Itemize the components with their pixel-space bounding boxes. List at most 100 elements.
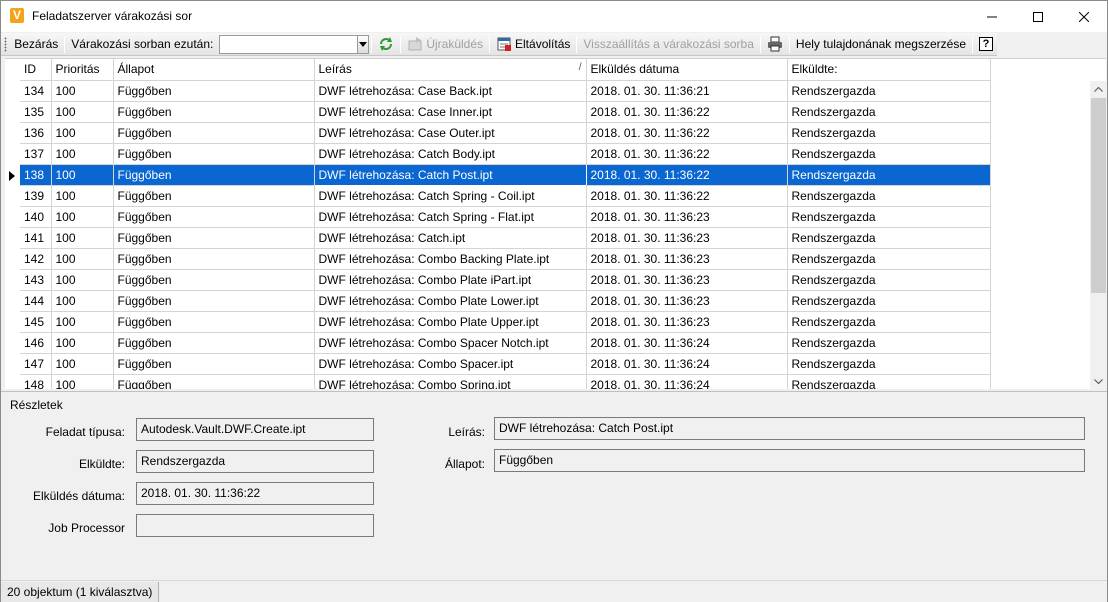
cell-id[interactable]: 142 xyxy=(20,248,52,270)
resend-button[interactable]: Újraküldés xyxy=(403,34,487,55)
cell-submitted-by[interactable]: Rendszergazda xyxy=(787,206,991,228)
cell-priority[interactable]: 100 xyxy=(51,374,114,389)
cell-description[interactable]: DWF létrehozása: Catch Spring - Coil.ipt xyxy=(314,185,587,207)
cell-description[interactable]: DWF létrehozása: Catch Spring - Flat.ipt xyxy=(314,206,587,228)
table-row[interactable]: 146 100 Függőben DWF létrehozása: Combo Spa… xyxy=(20,332,991,354)
cell-state[interactable]: Függőben xyxy=(113,269,315,291)
job-queue-grid[interactable]: ID Prioritás Állapot Leírás / Elküldés dá… xyxy=(5,58,1106,389)
state-field[interactable]: Függőben xyxy=(494,449,1085,472)
cell-id[interactable]: 139 xyxy=(20,185,52,207)
cell-id[interactable]: 138 xyxy=(20,164,52,186)
cell-description[interactable]: DWF létrehozása: Combo Backing Plate.ipt xyxy=(314,248,587,270)
column-header-id[interactable]: ID xyxy=(20,59,52,81)
cell-id[interactable]: 135 xyxy=(20,101,52,123)
refresh-button[interactable] xyxy=(374,34,398,55)
table-row[interactable]: 147 100 Függőben DWF létrehozása: Combo Spa… xyxy=(20,353,991,375)
scroll-down-button[interactable] xyxy=(1090,373,1106,389)
cell-state[interactable]: Függőben xyxy=(113,374,315,389)
cell-priority[interactable]: 100 xyxy=(51,353,114,375)
scrollbar-thumb[interactable] xyxy=(1091,98,1106,293)
after-in-queue-dropdown[interactable] xyxy=(219,34,358,54)
cell-state[interactable]: Függőben xyxy=(113,164,315,186)
cell-submit-date[interactable]: 2018. 01. 30. 11:36:24 xyxy=(586,332,788,354)
cell-submitted-by[interactable]: Rendszergazda xyxy=(787,311,991,333)
submit-date-field[interactable]: 2018. 01. 30. 11:36:22 xyxy=(136,482,374,505)
cell-submitted-by[interactable]: Rendszergazda xyxy=(787,332,991,354)
cell-description[interactable]: DWF létrehozása: Catch Post.ipt xyxy=(313,163,587,186)
column-header-state[interactable]: Állapot xyxy=(113,59,315,81)
dropdown-arrow-button[interactable] xyxy=(356,34,370,54)
table-row[interactable]: 134 100 Függőben DWF létrehozása: Case Back… xyxy=(20,80,991,102)
cell-priority[interactable]: 100 xyxy=(51,122,114,144)
take-ownership-button[interactable]: Hely tulajdonának megszerzése xyxy=(792,34,970,55)
cell-priority[interactable]: 100 xyxy=(51,185,114,207)
cell-description[interactable]: DWF létrehozása: Combo Spring.ipt xyxy=(314,374,587,389)
column-header-description[interactable]: Leírás / xyxy=(314,59,587,81)
cell-state[interactable]: Függőben xyxy=(113,143,315,165)
cell-id[interactable]: 137 xyxy=(20,143,52,165)
job-processor-field[interactable] xyxy=(136,514,374,537)
table-row[interactable]: 144 100 Függőben DWF létrehozása: Combo Pla… xyxy=(20,290,991,312)
submitted-by-field[interactable]: Rendszergazda xyxy=(136,450,374,473)
cell-description[interactable]: DWF létrehozása: Combo Spacer Notch.ipt xyxy=(314,332,587,354)
table-row[interactable]: 138 100 Függőben DWF létrehozása: Catch Pos… xyxy=(20,163,991,186)
cell-id[interactable]: 147 xyxy=(20,353,52,375)
cell-submitted-by[interactable]: Rendszergazda xyxy=(787,227,991,249)
cell-priority[interactable]: 100 xyxy=(51,248,114,270)
column-header-submitted-by[interactable]: Elküldte: xyxy=(787,59,991,81)
cell-state[interactable]: Függőben xyxy=(113,101,315,123)
cell-description[interactable]: DWF létrehozása: Case Inner.ipt xyxy=(314,101,587,123)
column-header-submit-date[interactable]: Elküldés dátuma xyxy=(586,59,788,81)
cell-submitted-by[interactable]: Rendszergazda xyxy=(787,143,991,165)
cell-submit-date[interactable]: 2018. 01. 30. 11:36:22 xyxy=(586,122,788,144)
cell-submit-date[interactable]: 2018. 01. 30. 11:36:23 xyxy=(586,227,788,249)
cell-submitted-by[interactable]: Rendszergazda xyxy=(787,185,991,207)
table-row[interactable]: 135 100 Függőben DWF létrehozása: Case Inne… xyxy=(20,101,991,123)
cell-priority[interactable]: 100 xyxy=(51,143,114,165)
maximize-button[interactable] xyxy=(1015,1,1061,32)
vertical-scrollbar[interactable] xyxy=(1090,81,1106,389)
cell-state[interactable]: Függőben xyxy=(113,227,315,249)
cell-id[interactable]: 140 xyxy=(20,206,52,228)
table-row[interactable]: 148 100 Függőben DWF létrehozása: Combo Spr… xyxy=(20,374,991,389)
table-row[interactable]: 143 100 Függőben DWF létrehozása: Combo Pla… xyxy=(20,269,991,291)
cell-priority[interactable]: 100 xyxy=(51,101,114,123)
cell-submit-date[interactable]: 2018. 01. 30. 11:36:22 xyxy=(586,185,788,207)
cell-submit-date[interactable]: 2018. 01. 30. 11:36:23 xyxy=(586,206,788,228)
description-field[interactable]: DWF létrehozása: Catch Post.ipt xyxy=(494,417,1085,440)
cell-submit-date[interactable]: 2018. 01. 30. 11:36:24 xyxy=(586,353,788,375)
cell-priority[interactable]: 100 xyxy=(51,269,114,291)
cell-priority[interactable]: 100 xyxy=(51,164,114,186)
cell-priority[interactable]: 100 xyxy=(51,227,114,249)
cell-priority[interactable]: 100 xyxy=(51,206,114,228)
table-row[interactable]: 136 100 Függőben DWF létrehozása: Case Oute… xyxy=(20,122,991,144)
cell-submitted-by[interactable]: Rendszergazda xyxy=(787,248,991,270)
cell-submit-date[interactable]: 2018. 01. 30. 11:36:23 xyxy=(586,248,788,270)
cell-submitted-by[interactable]: Rendszergazda xyxy=(787,101,991,123)
cell-submit-date[interactable]: 2018. 01. 30. 11:36:22 xyxy=(586,101,788,123)
cell-id[interactable]: 146 xyxy=(20,332,52,354)
remove-button[interactable]: Eltávolítás xyxy=(492,34,574,55)
close-window-button[interactable] xyxy=(1061,1,1107,32)
cell-submit-date[interactable]: 2018. 01. 30. 11:36:21 xyxy=(586,80,788,102)
cell-description[interactable]: DWF létrehozása: Catch.ipt xyxy=(314,227,587,249)
table-row[interactable]: 141 100 Függőben DWF létrehozása: Catch.ipt… xyxy=(20,227,991,249)
cell-submitted-by[interactable]: Rendszergazda xyxy=(787,374,991,389)
cell-submitted-by[interactable]: Rendszergazda xyxy=(787,122,991,144)
cell-priority[interactable]: 100 xyxy=(51,80,114,102)
cell-state[interactable]: Függőben xyxy=(113,248,315,270)
cell-submit-date[interactable]: 2018. 01. 30. 11:36:23 xyxy=(586,269,788,291)
help-button[interactable]: ? xyxy=(975,34,997,55)
cell-state[interactable]: Függőben xyxy=(113,311,315,333)
table-row[interactable]: 142 100 Függőben DWF létrehozása: Combo Bac… xyxy=(20,248,991,270)
cell-submitted-by[interactable]: Rendszergazda xyxy=(787,269,991,291)
cell-description[interactable]: DWF létrehozása: Combo Plate Lower.ipt xyxy=(314,290,587,312)
close-queue-button[interactable]: Bezárás xyxy=(10,34,62,55)
table-row[interactable]: 137 100 Függőben DWF létrehozása: Catch Bod… xyxy=(20,143,991,165)
cell-submitted-by[interactable]: Rendszergazda xyxy=(787,80,991,102)
minimize-button[interactable] xyxy=(969,1,1015,32)
cell-id[interactable]: 145 xyxy=(20,311,52,333)
cell-submit-date[interactable]: 2018. 01. 30. 11:36:23 xyxy=(586,311,788,333)
column-header-priority[interactable]: Prioritás xyxy=(51,59,114,81)
cell-description[interactable]: DWF létrehozása: Catch Body.ipt xyxy=(314,143,587,165)
